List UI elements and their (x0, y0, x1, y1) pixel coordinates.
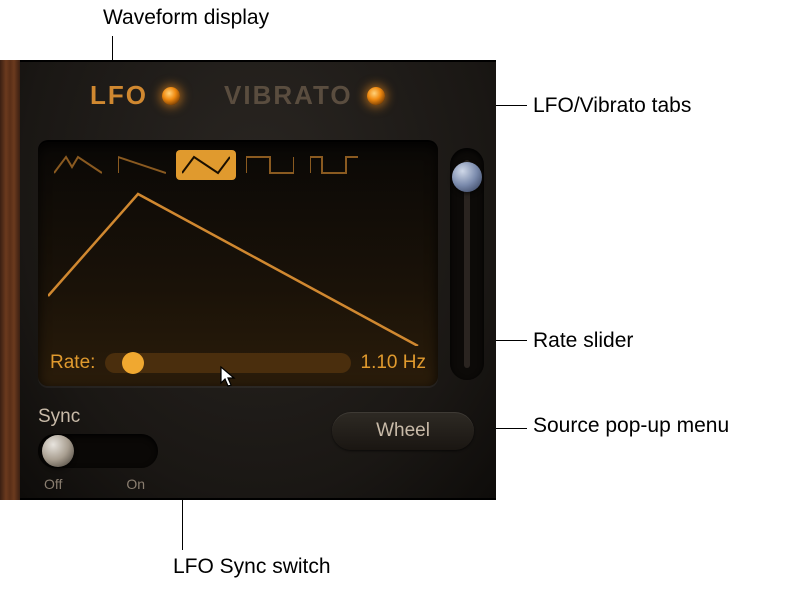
wood-frame-left (0, 60, 20, 500)
callout-sync-switch: LFO Sync switch (173, 555, 331, 579)
tab-vibrato[interactable]: VIBRATO (224, 80, 385, 111)
waveform-tab-triangle-notch[interactable] (48, 150, 108, 180)
lfo-sync-switch[interactable] (38, 434, 158, 468)
rate-value: 1.10 Hz (361, 352, 426, 374)
rate-slider-thumb[interactable] (122, 352, 144, 374)
tab-lfo-label: LFO (90, 80, 148, 111)
led-icon (367, 87, 385, 105)
rate-slider[interactable] (105, 353, 350, 373)
callout-source-menu: Source pop-up menu (533, 414, 729, 438)
plugin-panel: LFO VIBRATO (0, 60, 496, 500)
tab-vibrato-label: VIBRATO (224, 80, 353, 111)
sync-off-label: Off (44, 476, 62, 492)
sync-label: Sync (38, 406, 158, 428)
sync-section: Sync Off On (38, 406, 158, 492)
triangle-notch-icon (54, 155, 102, 175)
triangle-icon (182, 155, 230, 175)
source-popup-menu[interactable]: Wheel (332, 412, 474, 450)
pulse-icon (310, 155, 358, 175)
sync-sublabels: Off On (38, 476, 158, 492)
waveform-tab-triangle[interactable] (176, 150, 236, 180)
rate-label: Rate: (50, 352, 95, 374)
waveform-shape-selector (48, 150, 364, 180)
waveform-display: Rate: 1.10 Hz (38, 140, 438, 386)
rate-row: Rate: 1.10 Hz (50, 352, 426, 374)
waveform-path-icon (48, 186, 428, 346)
source-value: Wheel (376, 420, 430, 442)
waveform-tab-square[interactable] (240, 150, 300, 180)
square-icon (246, 155, 294, 175)
saw-down-icon (118, 155, 166, 175)
waveform-tab-pulse[interactable] (304, 150, 364, 180)
callout-waveform-display: Waveform display (103, 6, 269, 30)
depth-slider-thumb[interactable] (452, 162, 482, 192)
callout-rate-slider: Rate slider (533, 329, 633, 353)
lfo-vibrato-tabs: LFO VIBRATO (90, 80, 385, 111)
waveform-tab-saw-down[interactable] (112, 150, 172, 180)
callout-tabs: LFO/Vibrato tabs (533, 94, 691, 118)
sync-on-label: On (126, 476, 145, 492)
tab-lfo[interactable]: LFO (90, 80, 180, 111)
led-icon (162, 87, 180, 105)
panel-body: LFO VIBRATO (20, 60, 496, 500)
waveform-plot (48, 186, 428, 346)
switch-knob[interactable] (42, 435, 74, 467)
depth-slider[interactable] (450, 148, 484, 380)
